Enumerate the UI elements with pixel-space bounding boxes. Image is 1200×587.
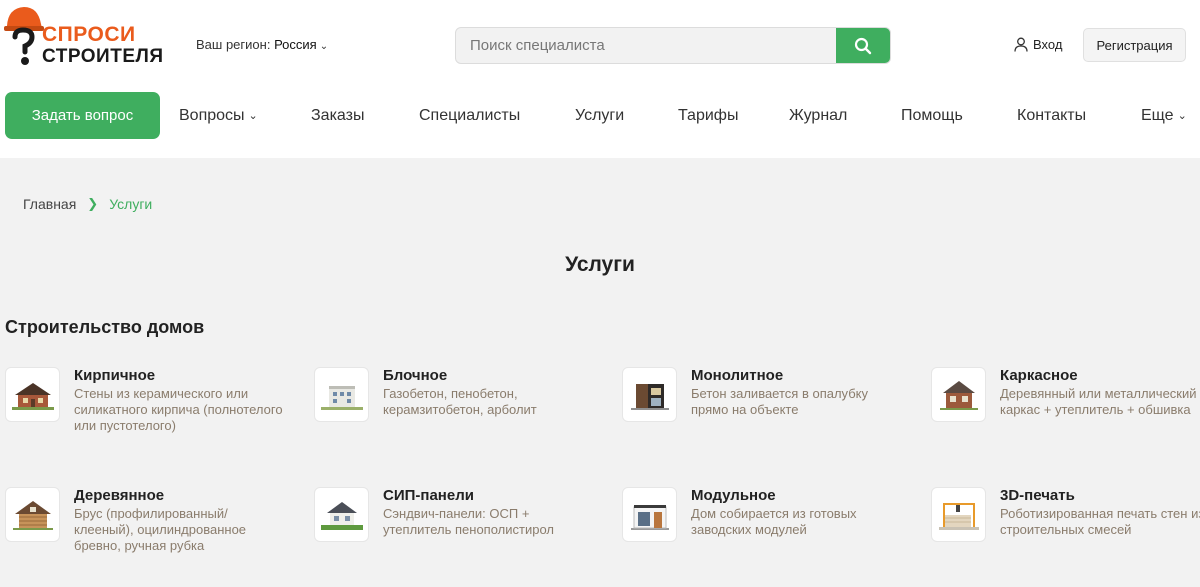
thumbnail [5, 487, 60, 542]
frame-house-icon [939, 380, 978, 410]
breadcrumb-current: Услуги [109, 196, 153, 212]
service-card-modular[interactable]: Модульное Дом собирается из готовых заво… [622, 487, 912, 587]
service-card-brick[interactable]: Кирпичное Стены из керамического или сил… [5, 367, 295, 467]
card-title: Монолитное [691, 367, 784, 384]
user-icon [1014, 37, 1028, 52]
card-description: Деревянный или металлический каркас + ут… [1000, 386, 1197, 417]
card-description: Стены из керамического или силикатного к… [74, 386, 283, 433]
region-value: Россия [274, 37, 317, 52]
logo-line1: СПРОСИ [42, 23, 136, 46]
service-card-wooden[interactable]: Деревянное Брус (профилированный/клееный… [5, 487, 295, 587]
wooden-house-icon [12, 500, 53, 530]
service-card-block[interactable]: Блочное Газобетон, пенобетон, керамзитоб… [314, 367, 604, 467]
brick-house-icon [11, 382, 54, 410]
page-title: Услуги [565, 253, 635, 276]
login-label: Вход [1033, 37, 1063, 52]
ask-question-button[interactable]: Задать вопрос [5, 92, 160, 139]
chevron-down-icon: ⌄ [248, 110, 258, 122]
thumbnail [622, 367, 677, 422]
thumbnail [314, 367, 369, 422]
service-card-sip[interactable]: СИП-панели Сэндвич-панели: ОСП + утеплит… [314, 487, 604, 587]
thumbnail [314, 487, 369, 542]
login-link[interactable]: Вход [1014, 37, 1062, 52]
service-card-monolithic[interactable]: Монолитное Бетон заливается в опалубку п… [622, 367, 912, 467]
search-button[interactable] [836, 28, 890, 63]
sip-house-icon [320, 501, 363, 530]
modular-house-icon [630, 504, 669, 530]
nav-item-orders[interactable]: Заказы [311, 107, 364, 125]
service-card-3d-print[interactable]: 3D-печать Роботизированная печать стен и… [931, 487, 1200, 587]
hardhat-question-icon [4, 7, 44, 65]
region-label: Ваш регион: [196, 37, 271, 52]
section-title: Строительство домов [5, 317, 205, 337]
logo[interactable]: СПРОСИ СТРОИТЕЛЯ [4, 4, 164, 68]
card-title: 3D-печать [1000, 487, 1075, 504]
register-button[interactable]: Регистрация [1083, 28, 1186, 62]
block-house-icon [320, 385, 363, 410]
card-description: Газобетон, пенобетон, керамзитобетон, ар… [383, 386, 537, 417]
card-description: Роботизированная печать стен из строител… [1000, 506, 1200, 537]
monolithic-house-icon [630, 383, 669, 410]
thumbnail [622, 487, 677, 542]
card-description: Дом собирается из готовых заводских моду… [691, 506, 857, 537]
card-title: Каркасное [1000, 367, 1078, 384]
card-title: Модульное [691, 487, 776, 504]
nav-item-contacts[interactable]: Контакты [1017, 107, 1086, 125]
logo-text: СПРОСИ СТРОИТЕЛЯ [42, 24, 163, 68]
nav-item-tariffs[interactable]: Тарифы [678, 107, 738, 125]
nav-label: Заказы [311, 107, 365, 124]
chevron-down-icon: ⌄ [319, 41, 329, 52]
nav-label: Помощь [901, 107, 963, 124]
card-title: СИП-панели [383, 487, 474, 504]
thumbnail [931, 487, 986, 542]
card-description: Бетон заливается в опалубку прямо на объ… [691, 386, 868, 417]
card-title: Блочное [383, 367, 448, 384]
nav-label: Специалисты [419, 107, 521, 124]
service-card-frame[interactable]: Каркасное Деревянный или металлический к… [931, 367, 1200, 467]
nav-item-specialists[interactable]: Специалисты [419, 107, 520, 125]
logo-line2: СТРОИТЕЛЯ [42, 46, 164, 67]
nav-label: Вопросы [179, 107, 245, 124]
search-bar [455, 27, 891, 64]
region-selector[interactable]: Ваш регион: Россия ⌄ [196, 37, 328, 52]
chevron-right-icon: ❯ [87, 196, 99, 211]
nav-label: Тарифы [678, 107, 739, 124]
header: СПРОСИ СТРОИТЕЛЯ Ваш регион: Россия⌄ Вхо… [0, 0, 1200, 158]
nav-label: Еще [1141, 107, 1174, 124]
search-icon [854, 37, 872, 54]
nav-item-more[interactable]: Еще ⌄ [1141, 107, 1187, 125]
nav-label: Контакты [1017, 107, 1087, 124]
nav-item-services[interactable]: Услуги [575, 107, 624, 125]
thumbnail [5, 367, 60, 422]
chevron-down-icon: ⌄ [1177, 110, 1187, 122]
nav-label: Услуги [575, 107, 625, 124]
card-description: Брус (профилированный/клееный), оцилиндр… [74, 506, 247, 553]
thumbnail [931, 367, 986, 422]
nav-item-journal[interactable]: Журнал [789, 107, 847, 125]
nav-label: Журнал [789, 107, 848, 124]
card-title: Деревянное [74, 487, 165, 504]
card-title: Кирпичное [74, 367, 156, 384]
breadcrumb: Главная ❯ Услуги [23, 196, 152, 212]
3d-printed-house-icon [938, 502, 979, 530]
search-input[interactable] [456, 28, 837, 63]
nav-item-help[interactable]: Помощь [901, 107, 963, 125]
breadcrumb-home[interactable]: Главная [23, 196, 76, 212]
nav-item-questions[interactable]: Вопросы ⌄ [179, 107, 258, 125]
card-description: Сэндвич-панели: ОСП + утеплитель пенопол… [383, 506, 554, 537]
